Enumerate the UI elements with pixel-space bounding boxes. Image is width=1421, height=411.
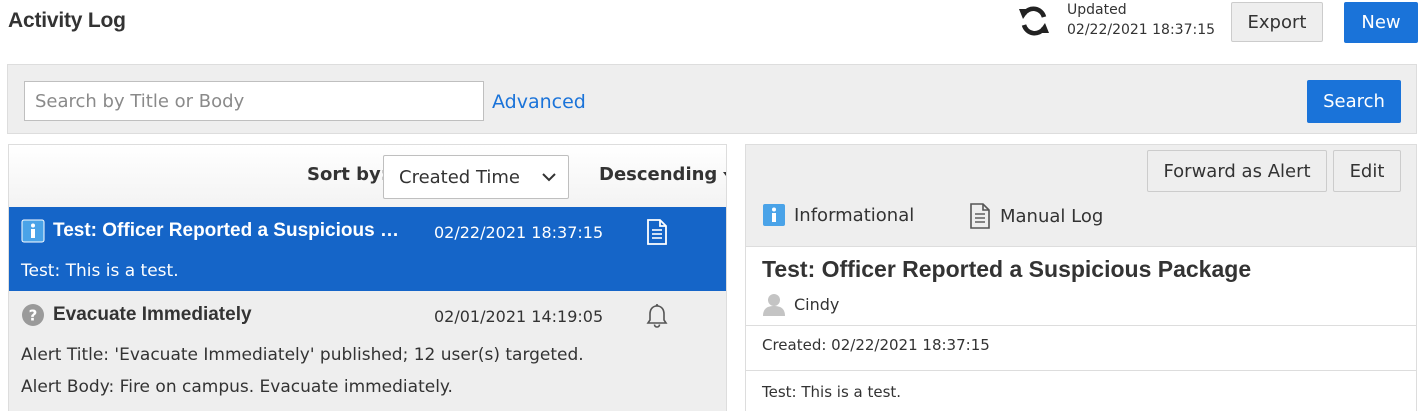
last-updated: Updated 02/22/2021 18:37:15 bbox=[1067, 0, 1215, 40]
page-title: Activity Log bbox=[8, 9, 126, 32]
edit-button[interactable]: Edit bbox=[1333, 150, 1401, 192]
list-item-body: Alert Title: 'Evacuate Immediately' publ… bbox=[21, 339, 584, 403]
detail-toolbar: Forward as Alert Edit Informational Manu… bbox=[746, 145, 1416, 247]
bell-icon bbox=[646, 304, 668, 328]
detail-title: Test: Officer Reported a Suspicious Pack… bbox=[762, 256, 1252, 282]
source-tag: Manual Log bbox=[968, 203, 1103, 229]
divider bbox=[746, 370, 1416, 371]
list-item-date: 02/22/2021 18:37:15 bbox=[434, 223, 604, 242]
export-button[interactable]: Export bbox=[1231, 2, 1323, 42]
divider bbox=[746, 325, 1416, 326]
list-item[interactable]: ? Evacuate Immediately 02/01/2021 14:19:… bbox=[9, 291, 726, 411]
list-item-title: Evacuate Immediately bbox=[53, 304, 252, 325]
search-button[interactable]: Search bbox=[1307, 80, 1401, 123]
source-label: Manual Log bbox=[1000, 205, 1104, 227]
list-item-body-line: Alert Title: 'Evacuate Immediately' publ… bbox=[21, 345, 584, 365]
detail-body: Test: This is a test. bbox=[762, 383, 902, 401]
search-input[interactable] bbox=[24, 81, 484, 121]
list-item-body: Test: This is a test. bbox=[21, 255, 179, 287]
question-icon: ? bbox=[22, 304, 44, 326]
document-icon bbox=[647, 219, 667, 245]
activity-list-panel: Sort by: Created Time Descending Test: O… bbox=[8, 144, 727, 411]
svg-text:?: ? bbox=[29, 307, 38, 325]
sort-order-toggle[interactable]: Descending bbox=[599, 164, 726, 185]
list-item-body-line: Alert Body: Fire on campus. Evacuate imm… bbox=[21, 377, 453, 397]
info-icon bbox=[21, 219, 45, 243]
user-icon bbox=[763, 294, 785, 316]
document-icon bbox=[970, 203, 990, 229]
severity-label: Informational bbox=[794, 204, 915, 226]
info-icon bbox=[763, 204, 785, 226]
new-button[interactable]: New bbox=[1344, 2, 1418, 43]
sort-toolbar: Sort by: Created Time Descending bbox=[9, 145, 726, 207]
list-item-body-line: Test: This is a test. bbox=[21, 261, 179, 281]
sort-field-select[interactable]: Created Time bbox=[383, 155, 569, 199]
author: Cindy bbox=[762, 292, 839, 316]
updated-time: 02/22/2021 18:37:15 bbox=[1067, 22, 1216, 38]
list-item[interactable]: Test: Officer Reported a Suspicious Pack… bbox=[9, 207, 726, 291]
activity-detail-panel: Forward as Alert Edit Informational Manu… bbox=[745, 144, 1417, 411]
caret-down-icon bbox=[723, 171, 726, 180]
author-name: Cindy bbox=[794, 294, 840, 314]
updated-label: Updated bbox=[1067, 2, 1127, 18]
sort-label: Sort by: bbox=[307, 164, 388, 185]
severity-tag: Informational bbox=[762, 203, 914, 227]
search-bar: Advanced Search bbox=[7, 64, 1417, 134]
list-item-date: 02/01/2021 14:19:05 bbox=[434, 307, 604, 326]
chevron-down-icon bbox=[542, 173, 556, 182]
sort-order-label: Descending bbox=[599, 164, 718, 185]
refresh-icon[interactable] bbox=[1015, 3, 1053, 39]
forward-as-alert-button[interactable]: Forward as Alert bbox=[1147, 150, 1327, 192]
advanced-search-link[interactable]: Advanced bbox=[492, 91, 586, 113]
list-item-title: Test: Officer Reported a Suspicious Pack… bbox=[53, 220, 403, 241]
created-time: Created: 02/22/2021 18:37:15 bbox=[762, 336, 990, 354]
sort-field-value: Created Time bbox=[399, 166, 521, 188]
